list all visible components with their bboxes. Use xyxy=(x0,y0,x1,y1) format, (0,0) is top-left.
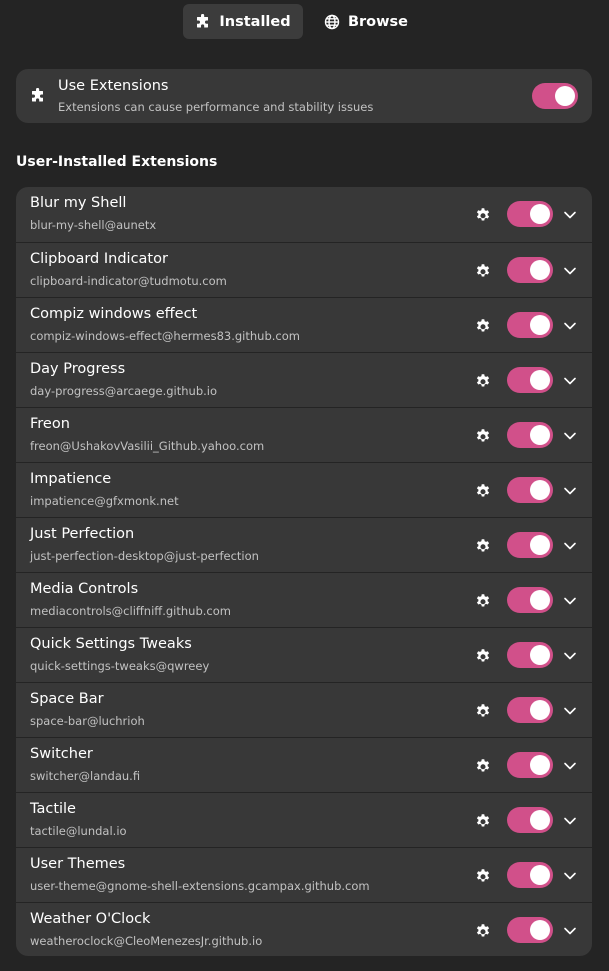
extension-uuid: clipboard-indicator@tudmotu.com xyxy=(30,274,227,288)
extension-row: Weather O'Clock weatheroclock@CleoMenezes… xyxy=(16,902,592,956)
extension-toggle[interactable] xyxy=(507,917,553,943)
chevron-down-icon[interactable] xyxy=(562,207,578,223)
extension-row: Switcher switcher@landau.fi xyxy=(16,737,592,792)
extension-uuid: impatience@gfxmonk.net xyxy=(30,494,179,508)
extension-uuid: space-bar@luchrioh xyxy=(30,714,145,728)
view-switcher: Installed Browse xyxy=(0,4,609,39)
extension-uuid: compiz-windows-effect@hermes83.github.co… xyxy=(30,329,300,343)
extension-row: Impatience impatience@gfxmonk.net xyxy=(16,462,592,517)
extension-uuid: weatheroclock@CleoMenezesJr.github.io xyxy=(30,934,263,948)
chevron-down-icon[interactable] xyxy=(562,263,578,279)
settings-gear-icon[interactable] xyxy=(474,867,492,885)
extension-uuid: just-perfection-desktop@just-perfection xyxy=(30,549,259,563)
use-extensions-subtitle: Extensions can cause performance and sta… xyxy=(58,100,374,114)
use-extensions-title: Use Extensions xyxy=(58,78,169,94)
settings-gear-icon[interactable] xyxy=(474,427,492,445)
extension-name: Clipboard Indicator xyxy=(30,251,168,267)
extension-toggle[interactable] xyxy=(507,697,553,723)
extension-toggle[interactable] xyxy=(507,807,553,833)
extension-name: Tactile xyxy=(30,801,76,817)
chevron-down-icon[interactable] xyxy=(562,483,578,499)
globe-icon xyxy=(324,14,340,30)
settings-gear-icon[interactable] xyxy=(474,647,492,665)
puzzle-icon xyxy=(195,13,211,30)
extension-name: Impatience xyxy=(30,471,112,487)
settings-gear-icon[interactable] xyxy=(474,262,492,280)
extension-uuid: switcher@landau.fi xyxy=(30,769,141,783)
extension-toggle[interactable] xyxy=(507,642,553,668)
extension-row: Space Bar space-bar@luchrioh xyxy=(16,682,592,737)
tab-browse-label: Browse xyxy=(347,13,409,30)
extension-uuid: mediacontrols@cliffniff.github.com xyxy=(30,604,231,618)
extension-uuid: freon@UshakovVasilii_Github.yahoo.com xyxy=(30,439,265,453)
extension-row: Compiz windows effect compiz-windows-effe… xyxy=(16,297,592,352)
extension-uuid: user-theme@gnome-shell-extensions.gcampa… xyxy=(30,879,370,893)
extension-row: Clipboard Indicator clipboard-indicator@t… xyxy=(16,242,592,297)
chevron-down-icon[interactable] xyxy=(562,373,578,389)
extension-row: Tactile tactile@lundal.io xyxy=(16,792,592,847)
use-extensions-toggle[interactable] xyxy=(532,83,578,109)
puzzle-icon xyxy=(30,87,46,104)
settings-gear-icon[interactable] xyxy=(474,702,492,720)
chevron-down-icon[interactable] xyxy=(562,703,578,719)
extension-toggle[interactable] xyxy=(507,257,553,283)
extension-uuid: blur-my-shell@aunetx xyxy=(30,218,157,232)
extension-row: Freon freon@UshakovVasilii_Github.yahoo.c… xyxy=(16,407,592,462)
extension-uuid: quick-settings-tweaks@qwreey xyxy=(30,659,210,673)
settings-gear-icon[interactable] xyxy=(474,372,492,390)
extension-toggle[interactable] xyxy=(507,752,553,778)
extension-uuid: day-progress@arcaege.github.io xyxy=(30,384,218,398)
extension-name: Compiz windows effect xyxy=(30,306,198,322)
settings-gear-icon[interactable] xyxy=(474,317,492,335)
extension-toggle[interactable] xyxy=(507,532,553,558)
extension-name: Switcher xyxy=(30,746,93,762)
extension-name: User Themes xyxy=(30,856,126,872)
settings-gear-icon[interactable] xyxy=(474,592,492,610)
extension-toggle[interactable] xyxy=(507,422,553,448)
extension-toggle[interactable] xyxy=(507,367,553,393)
extension-toggle[interactable] xyxy=(507,862,553,888)
extension-name: Media Controls xyxy=(30,581,139,597)
settings-gear-icon[interactable] xyxy=(474,537,492,555)
extension-toggle[interactable] xyxy=(507,201,553,227)
tab-installed-label: Installed xyxy=(219,13,291,30)
chevron-down-icon[interactable] xyxy=(562,648,578,664)
extension-name: Quick Settings Tweaks xyxy=(30,636,192,652)
extension-row: Blur my Shell blur-my-shell@aunetx xyxy=(16,187,592,242)
use-extensions-row: Use Extensions Extensions can cause perf… xyxy=(16,69,592,123)
section-heading: User-Installed Extensions xyxy=(16,154,218,170)
extension-name: Weather O'Clock xyxy=(30,911,151,927)
settings-gear-icon[interactable] xyxy=(474,922,492,940)
settings-gear-icon[interactable] xyxy=(474,206,492,224)
extension-row: Media Controls mediacontrols@cliffniff.gi… xyxy=(16,572,592,627)
chevron-down-icon[interactable] xyxy=(562,318,578,334)
extension-name: Just Perfection xyxy=(30,526,135,542)
extension-name: Blur my Shell xyxy=(30,195,127,211)
extension-name: Space Bar xyxy=(30,691,104,707)
chevron-down-icon[interactable] xyxy=(562,428,578,444)
extension-toggle[interactable] xyxy=(507,587,553,613)
chevron-down-icon[interactable] xyxy=(562,923,578,939)
extensions-list: Blur my Shell blur-my-shell@aunetx Clipboa… xyxy=(16,187,592,956)
settings-gear-icon[interactable] xyxy=(474,482,492,500)
extension-row: Just Perfection just-perfection-desktop@j… xyxy=(16,517,592,572)
chevron-down-icon[interactable] xyxy=(562,813,578,829)
settings-gear-icon[interactable] xyxy=(474,812,492,830)
extension-row: Quick Settings Tweaks quick-settings-twea… xyxy=(16,627,592,682)
chevron-down-icon[interactable] xyxy=(562,758,578,774)
chevron-down-icon[interactable] xyxy=(562,538,578,554)
tab-installed[interactable]: Installed xyxy=(183,4,303,39)
extension-uuid: tactile@lundal.io xyxy=(30,824,127,838)
chevron-down-icon[interactable] xyxy=(562,593,578,609)
extension-name: Day Progress xyxy=(30,361,126,377)
extension-toggle[interactable] xyxy=(507,312,553,338)
chevron-down-icon[interactable] xyxy=(562,868,578,884)
tab-browse[interactable]: Browse xyxy=(318,4,414,39)
settings-gear-icon[interactable] xyxy=(474,757,492,775)
extension-name: Freon xyxy=(30,416,70,432)
extension-row: User Themes user-theme@gnome-shell-extens… xyxy=(16,847,592,902)
extension-toggle[interactable] xyxy=(507,477,553,503)
extension-row: Day Progress day-progress@arcaege.github.… xyxy=(16,352,592,407)
